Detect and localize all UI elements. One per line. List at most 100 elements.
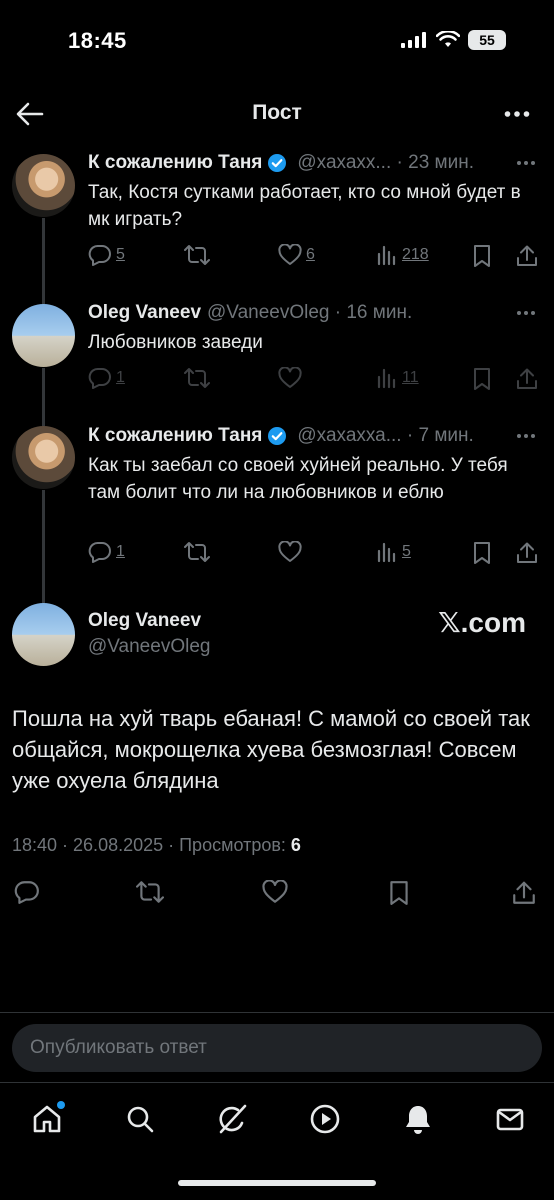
bookmark-button[interactable]	[472, 367, 492, 391]
divider	[0, 1012, 554, 1013]
views-button[interactable]: 11	[376, 367, 419, 389]
nav-grok[interactable]	[216, 1103, 248, 1140]
tweet-actions: 1 11	[88, 367, 538, 393]
nav-home[interactable]	[31, 1101, 65, 1140]
share-icon	[517, 245, 537, 266]
tweet-time: 7 мин.	[418, 425, 474, 446]
retweet-button[interactable]	[136, 880, 164, 904]
like-icon	[262, 880, 288, 903]
views-icon	[377, 542, 396, 563]
like-button[interactable]: 6	[278, 244, 315, 266]
share-icon	[517, 368, 537, 389]
bookmark-button[interactable]	[388, 880, 410, 906]
more-icon[interactable]	[516, 160, 536, 166]
reply-icon	[88, 368, 111, 389]
tweet-header: К сожалению Таня @хахахха... · 7 мин.	[88, 425, 536, 447]
home-indicator[interactable]	[178, 1180, 376, 1186]
more-icon[interactable]	[516, 310, 536, 316]
share-button[interactable]	[512, 880, 536, 906]
nav-search[interactable]	[124, 1103, 156, 1140]
views-button[interactable]: 218	[376, 244, 429, 266]
x-watermark: 𝕏.com	[438, 607, 526, 638]
bookmark-icon	[474, 368, 490, 390]
reply-count: 5	[116, 246, 125, 263]
reply-button[interactable]: 5	[88, 244, 125, 266]
reply-count: 1	[116, 543, 125, 560]
views-button[interactable]: 5	[376, 541, 411, 563]
bookmark-icon	[474, 542, 490, 564]
tweet-text: Так, Костя сутками работает, кто со мной…	[88, 182, 521, 230]
bookmark-button[interactable]	[472, 541, 492, 565]
page-title: Пост	[252, 101, 302, 124]
retweet-icon	[184, 542, 210, 562]
battery-indicator: 55	[468, 30, 506, 50]
reply-button[interactable]: 1	[88, 367, 125, 389]
header: Пост	[0, 86, 554, 142]
share-button[interactable]	[516, 541, 538, 565]
post-views[interactable]: 6	[291, 835, 301, 855]
nav-messages[interactable]	[494, 1103, 526, 1140]
search-icon	[127, 1106, 154, 1133]
nav-video[interactable]	[309, 1103, 341, 1140]
more-icon[interactable]	[516, 433, 536, 439]
author-handle: @хахахх...	[297, 152, 392, 173]
author-handle: @хахахха...	[297, 425, 402, 446]
wifi-icon	[436, 31, 460, 47]
author-name[interactable]: К сожалению Таня	[88, 152, 262, 174]
avatar[interactable]	[12, 426, 75, 489]
like-icon	[278, 367, 302, 388]
bookmark-icon	[474, 245, 490, 267]
like-icon	[278, 541, 302, 562]
views-count: 218	[402, 246, 429, 263]
nav-notifications[interactable]	[402, 1103, 434, 1140]
tweet-header: Oleg Vaneev @VaneevOleg · 16 мин.	[88, 302, 536, 324]
bookmark-button[interactable]	[472, 244, 492, 268]
share-button[interactable]	[516, 244, 538, 268]
bell-icon	[406, 1106, 430, 1134]
author-handle: @VaneevOleg	[207, 302, 330, 323]
post-text: Пошла на хуй тварь ебаная! С мамой со св…	[12, 706, 530, 793]
tweet-text: Как ты заебал со своей хуйней реально. У…	[88, 455, 508, 503]
reply-icon	[14, 881, 39, 904]
bottom-nav	[0, 1085, 554, 1149]
like-button[interactable]	[262, 880, 288, 904]
reply-input[interactable]: Опубликовать ответ	[12, 1024, 542, 1072]
avatar[interactable]	[12, 304, 75, 367]
retweet-button[interactable]	[184, 367, 210, 389]
divider	[0, 1082, 554, 1083]
avatar[interactable]	[12, 154, 75, 217]
reply-button[interactable]: 1	[88, 541, 125, 563]
share-button[interactable]	[516, 367, 538, 391]
tweet-header: К сожалению Таня @хахахх... · 23 мин.	[88, 152, 536, 174]
thread-line	[42, 368, 45, 426]
grok-icon	[219, 1104, 247, 1134]
verified-icon	[268, 154, 287, 172]
video-icon	[310, 1104, 340, 1134]
reply-icon	[88, 245, 111, 266]
thread-line	[42, 218, 45, 306]
status-time: 18:45	[68, 28, 127, 53]
author-name[interactable]: Oleg Vaneev	[88, 610, 201, 632]
share-icon	[513, 881, 535, 904]
reply-button[interactable]	[14, 880, 40, 904]
retweet-button[interactable]	[184, 244, 210, 266]
more-icon[interactable]	[504, 110, 530, 118]
like-button[interactable]	[278, 541, 302, 563]
thread-line	[42, 490, 45, 604]
verified-icon	[268, 427, 287, 445]
like-button[interactable]	[278, 367, 302, 389]
separator-dot: ·	[391, 152, 409, 173]
separator-dot: ·	[401, 425, 419, 446]
avatar[interactable]	[12, 603, 75, 666]
status-icons: 55	[400, 30, 506, 50]
author-name[interactable]: К сожалению Таня	[88, 425, 262, 447]
tweet-time: 16 мин.	[346, 302, 413, 323]
author-name[interactable]: Oleg Vaneev	[88, 302, 201, 324]
post-actions	[0, 880, 554, 910]
tweet-actions: 1 5	[88, 541, 538, 567]
tweet-time: 23 мин.	[408, 152, 474, 173]
retweet-button[interactable]	[184, 541, 210, 563]
retweet-icon	[184, 368, 210, 388]
post-timestamp: 18:40 · 26.08.2025 · Просмотров:	[12, 835, 291, 855]
signal-icon	[401, 32, 426, 48]
